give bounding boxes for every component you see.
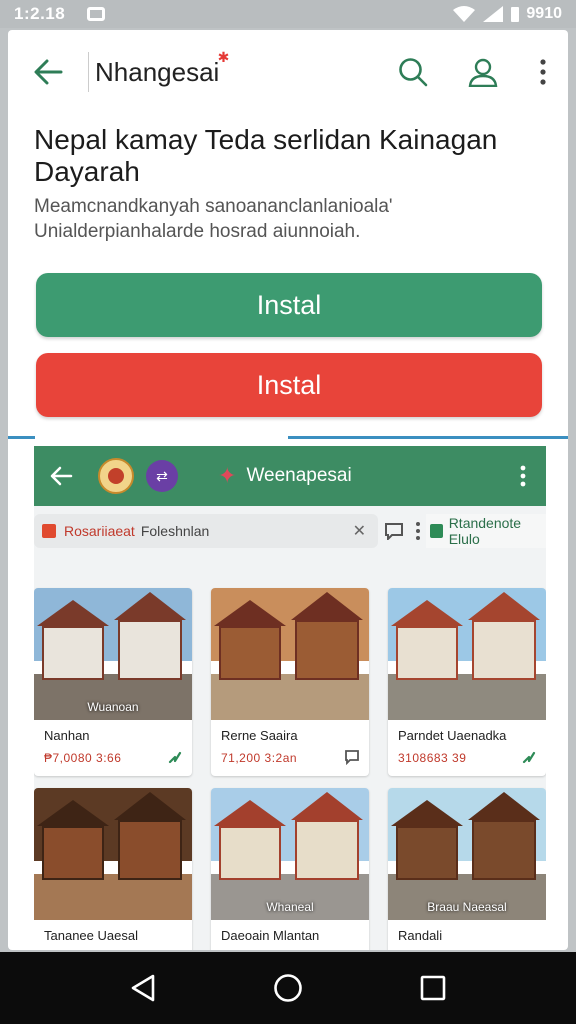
listing-card[interactable]: Tananee Uaesal3 2080 18	[34, 788, 192, 950]
map-icon	[430, 524, 443, 538]
comment-icon[interactable]	[520, 948, 538, 950]
filter-chip-label: Rosariiaeat	[64, 523, 135, 539]
signal-icon	[483, 6, 504, 22]
listing-photo: Braau Naeasal	[388, 788, 546, 920]
section-divider-right	[288, 436, 568, 439]
preview-title: ✦ Weenapesai	[218, 463, 352, 489]
photo-caption: Whaneal	[266, 900, 314, 914]
section-divider-left	[8, 436, 35, 439]
more-vert-icon	[540, 59, 546, 85]
listing-name: Tananee Uaesal	[44, 928, 138, 943]
emblem-logo-icon	[98, 458, 134, 494]
listing-photo	[34, 788, 192, 920]
nav-recents-button[interactable]	[403, 958, 463, 1018]
listing-card[interactable]: Braau NaeasalRandali9.2003 25	[388, 788, 546, 950]
status-time: 1:2.18	[14, 4, 66, 23]
sparkle-icon: ✦	[218, 463, 237, 488]
preview-back-button[interactable]	[34, 446, 88, 506]
notification-icon	[87, 7, 106, 21]
back-button[interactable]	[8, 30, 88, 114]
page-headline: Nepal kamay Teda serlidan Kainagan Dayar…	[34, 124, 498, 187]
more-vert-icon	[520, 465, 526, 487]
status-bar: 1:2.18 9910	[0, 0, 576, 28]
comment-icon[interactable]	[343, 948, 361, 950]
more-vert-icon[interactable]	[416, 522, 420, 540]
star-icon: ✱	[217, 48, 230, 65]
listing-card[interactable]: Parndet Uaenadka 3108683 39	[388, 588, 546, 776]
listing-card[interactable]: Rerne Saaira 71,200 3:2an	[211, 588, 369, 776]
listing-grid: Wuanoan Nanhan ₱7,0080 3:66 Rerne Saaira 71,…	[34, 588, 546, 950]
listing-name: Parndet Uaenadka	[398, 728, 507, 743]
comment-icon[interactable]	[384, 522, 404, 540]
listing-name: Daeoain Mlantan	[221, 928, 320, 943]
listing-photo: Wuanoan	[34, 588, 192, 720]
listing-name: Nanhan	[44, 728, 90, 743]
wifi-icon	[453, 6, 476, 22]
search-button[interactable]	[378, 30, 448, 114]
listing-name: Randali	[398, 928, 443, 943]
comment-icon[interactable]	[166, 948, 184, 950]
circle-home-icon	[274, 974, 302, 1002]
share-logo-icon: ⇄	[146, 460, 178, 492]
nav-back-button[interactable]	[113, 958, 173, 1018]
comment-icon[interactable]	[343, 748, 361, 766]
battery-level: 9910	[526, 5, 562, 22]
listing-photo	[211, 588, 369, 720]
listing-price: 3108683 39	[398, 751, 467, 765]
filter-chip-sublabel: Foleshnlan	[140, 523, 210, 539]
listing-card[interactable]: WhanealDaeoain Mlantan7 90:63 5	[211, 788, 369, 950]
filter-chip-location[interactable]: Rosariiaeat Foleshnlan ✕	[34, 514, 378, 548]
install-button-secondary[interactable]: Instal	[36, 353, 542, 417]
app-bar: Nhangesai ✱	[8, 30, 568, 114]
listing-photo: Whaneal	[211, 788, 369, 920]
app-title-text: Nhangesai	[95, 56, 220, 87]
preview-app-bar: ⇄ ✦ Weenapesai	[34, 446, 546, 506]
system-nav-bar	[0, 952, 576, 1024]
filter-chip-right-label: Rtandenote Elulo	[448, 515, 522, 547]
title-divider	[88, 52, 89, 92]
listing-name: Rerne Saaira	[221, 728, 298, 743]
battery-icon	[511, 7, 520, 22]
preview-title-text: Weenapesai	[246, 465, 352, 486]
app-window: Nhangesai ✱ Nepal kamay Teda serlidan Ka…	[8, 30, 568, 950]
overflow-menu-button[interactable]	[518, 30, 568, 114]
install-button-primary[interactable]: Instal	[36, 273, 542, 337]
square-recents-icon	[421, 975, 446, 1001]
listing-card[interactable]: Wuanoan Nanhan ₱7,0080 3:66	[34, 588, 192, 776]
listing-price: ₱7,0080 3:66	[44, 751, 122, 765]
filter-chip-right[interactable]: Rtandenote Elulo	[426, 514, 546, 548]
photo-caption: Braau Naeasal	[427, 900, 507, 914]
page-description: Meamcnandkanyah sanoananclanlanioala' Un…	[34, 196, 393, 242]
arrow-left-icon	[34, 59, 63, 85]
triangle-back-icon	[131, 974, 154, 1002]
person-icon	[468, 58, 498, 87]
close-icon[interactable]: ✕	[353, 521, 366, 541]
listing-price: 71,200 3:2an	[221, 751, 298, 765]
app-title: Nhangesai ✱	[95, 49, 229, 88]
listing-photo	[388, 588, 546, 720]
sparkle-icon[interactable]	[166, 748, 184, 766]
profile-button[interactable]	[448, 30, 518, 114]
search-icon	[399, 58, 428, 87]
filter-row: Rosariiaeat Foleshnlan ✕ Rtandenote Elul…	[34, 512, 546, 550]
arrow-left-icon	[50, 466, 73, 486]
photo-caption: Wuanoan	[87, 700, 139, 714]
preview-menu-button[interactable]	[500, 465, 546, 487]
app-preview-screenshot: ⇄ ✦ Weenapesai Rosariiaeat Foleshnlan ✕	[34, 446, 546, 950]
flag-icon	[42, 524, 56, 538]
nav-home-button[interactable]	[258, 958, 318, 1018]
sparkle-icon[interactable]	[520, 748, 538, 766]
